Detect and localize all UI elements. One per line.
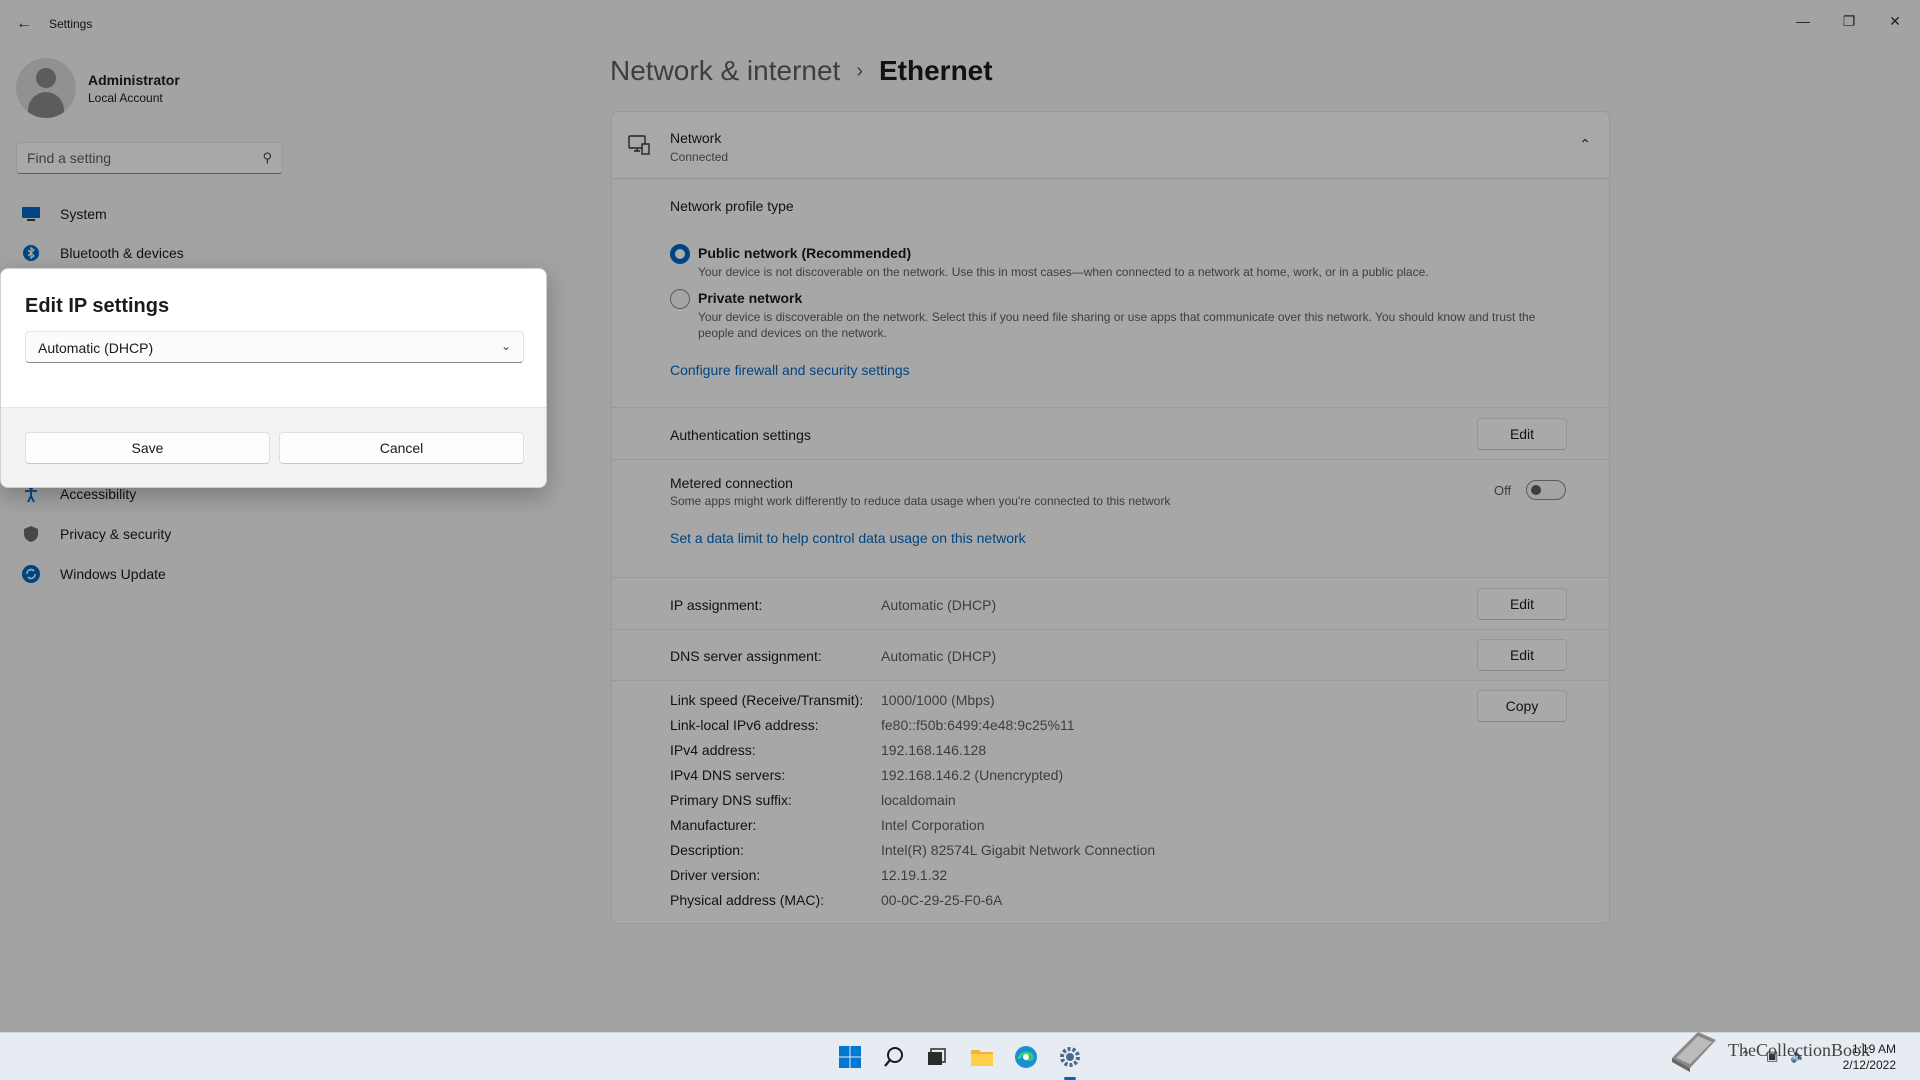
file-explorer-icon[interactable] <box>966 1041 998 1073</box>
ip-settings-dropdown[interactable]: Automatic (DHCP) ⌄ <box>25 331 524 363</box>
dialog-footer: Save Cancel <box>1 407 546 487</box>
edge-browser-icon[interactable] <box>1010 1041 1042 1073</box>
cancel-button[interactable]: Cancel <box>279 432 524 464</box>
settings-gear-icon[interactable] <box>1054 1041 1086 1073</box>
dropdown-selected-value: Automatic (DHCP) <box>38 340 154 356</box>
search-icon[interactable] <box>878 1041 910 1073</box>
edit-ip-settings-dialog: Edit IP settings Automatic (DHCP) ⌄ Save… <box>0 268 547 488</box>
modal-overlay <box>0 0 1920 1032</box>
book-icon <box>1672 1032 1716 1072</box>
taskbar: ⌃ ▣ 🔈 1:19 AM 2/12/2022 <box>0 1032 1920 1080</box>
watermark: TheCollectionBook <box>1668 1028 1870 1072</box>
task-view-icon[interactable] <box>920 1041 952 1073</box>
watermark-text: TheCollectionBook <box>1728 1039 1870 1060</box>
windows-start-icon[interactable] <box>834 1041 866 1073</box>
dialog-title: Edit IP settings <box>25 295 170 317</box>
settings-window: ← Settings — ❐ ✕ Administrator Local Acc… <box>0 0 1920 1032</box>
save-button[interactable]: Save <box>25 432 270 464</box>
chevron-down-icon[interactable]: ⌄ <box>501 339 511 353</box>
